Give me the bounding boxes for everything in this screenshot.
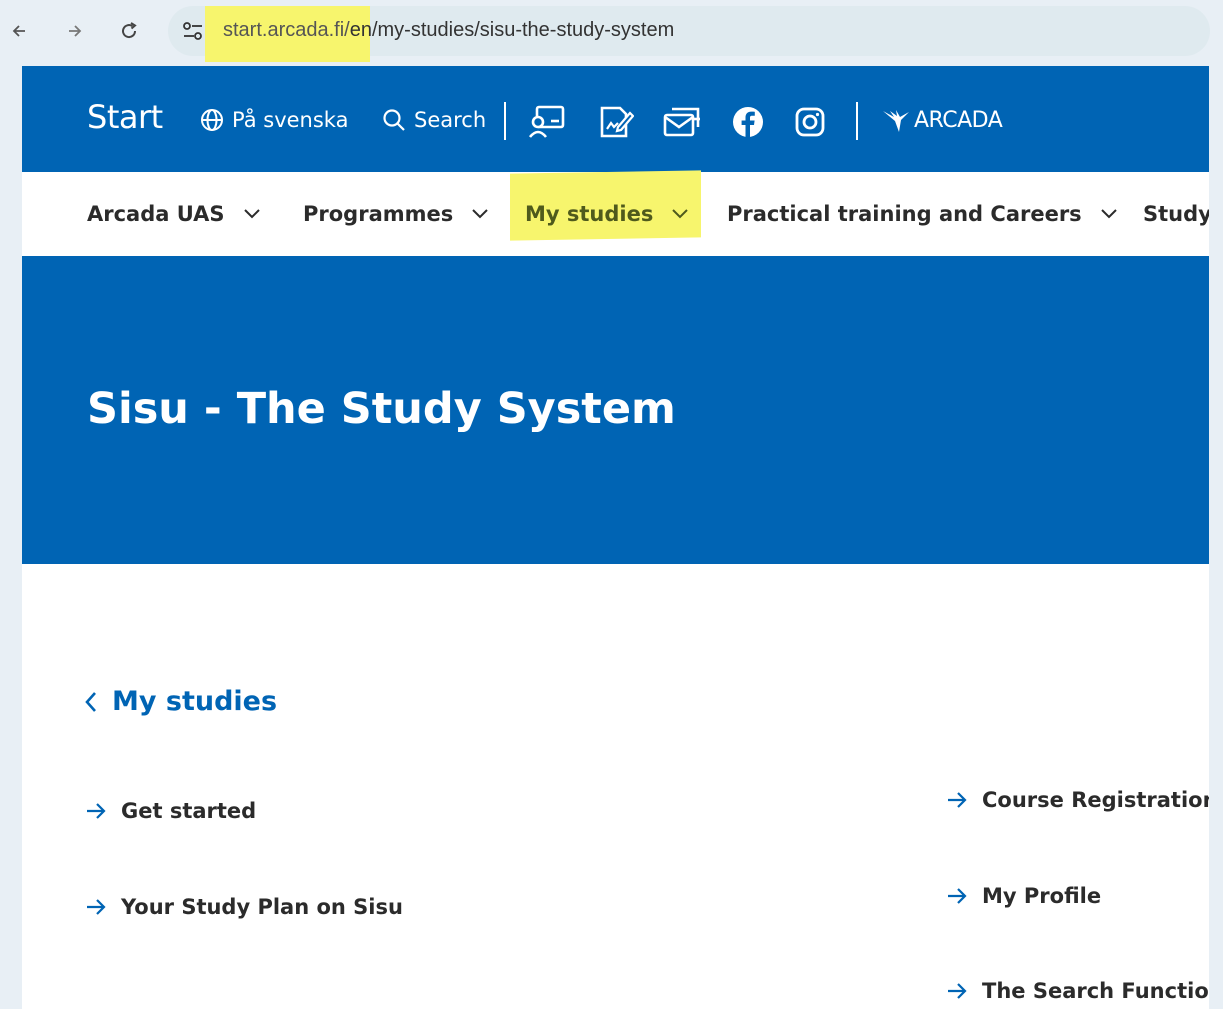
back-to-my-studies-link[interactable]: My studies [84, 686, 277, 717]
header-divider [856, 102, 858, 140]
url-path: en/my-studies/sisu-the-study-system [349, 19, 675, 41]
main-navigation: Arcada UAS Programmes My studies Practic… [22, 170, 1209, 256]
arrow-right-icon [948, 888, 967, 904]
arrow-right-icon [87, 803, 106, 819]
nav-item-label: Programmes [303, 202, 454, 226]
chevron-down-icon [672, 209, 689, 219]
arrow-right-icon [948, 792, 967, 808]
document-sign-icon[interactable] [596, 104, 636, 140]
link-label: Your Study Plan on Sisu [121, 895, 403, 919]
presentation-icon[interactable] [528, 104, 568, 140]
arrow-right-icon [948, 983, 967, 999]
language-switch-link[interactable]: På svenska [200, 108, 348, 132]
instagram-icon[interactable] [790, 104, 830, 140]
nav-item-label: My studies [525, 202, 654, 226]
forward-arrow-icon[interactable] [60, 16, 90, 46]
search-label: Search [414, 108, 487, 132]
nav-item-study[interactable]: Study [1143, 202, 1209, 226]
nav-item-practical-training[interactable]: Practical training and Careers [727, 202, 1118, 226]
language-switch-label: På svenska [232, 108, 349, 132]
back-arrow-icon[interactable] [4, 16, 34, 46]
link-study-plan[interactable]: Your Study Plan on Sisu [85, 895, 403, 919]
link-label: Get started [121, 799, 257, 823]
nav-item-arcada-uas[interactable]: Arcada UAS [87, 202, 261, 226]
link-my-profile[interactable]: My Profile [946, 884, 1101, 908]
arcada-logo-text: ARCADA [914, 108, 1003, 133]
link-search-function[interactable]: The Search Function [946, 979, 1209, 1003]
nav-item-label: Study [1143, 202, 1209, 226]
page-title: Sisu - The Study System [87, 384, 676, 434]
nav-item-programmes[interactable]: Programmes [303, 202, 489, 226]
nav-item-label: Arcada UAS [87, 202, 225, 226]
search-button[interactable]: Search [382, 108, 486, 132]
hero-banner: Sisu - The Study System [22, 256, 1209, 564]
site-settings-icon[interactable] [182, 21, 204, 41]
url-text[interactable]: start.arcada.fi/en/my-studies/sisu-the-s… [223, 19, 674, 42]
search-icon [383, 109, 405, 131]
web-page: Start På svenska Search ARCADA Arcada UA… [22, 66, 1209, 1009]
link-label: The Search Function [982, 979, 1209, 1003]
arrow-right-icon [87, 899, 106, 915]
reload-icon[interactable] [114, 16, 144, 46]
chevron-down-icon [472, 209, 488, 219]
url-domain: start.arcada.fi/ [223, 19, 350, 41]
link-get-started[interactable]: Get started [85, 799, 256, 823]
back-link-label: My studies [112, 686, 278, 717]
facebook-icon[interactable] [728, 104, 768, 140]
link-label: Course Registration [982, 788, 1209, 812]
top-header: Start På svenska Search ARCADA [22, 66, 1209, 172]
link-label: My Profile [982, 884, 1102, 908]
globe-icon [201, 109, 223, 131]
brand-start-link[interactable]: Start [87, 98, 163, 136]
link-course-registration[interactable]: Course Registration [946, 788, 1209, 812]
chevron-left-icon [85, 691, 96, 712]
arcada-bird-icon [883, 109, 909, 132]
mail-inbox-icon[interactable] [662, 104, 702, 140]
browser-toolbar: start.arcada.fi/en/my-studies/sisu-the-s… [0, 0, 1223, 62]
arcada-logo[interactable]: ARCADA [882, 108, 1003, 133]
chevron-down-icon [1100, 209, 1117, 219]
header-divider [504, 102, 506, 140]
nav-item-my-studies[interactable]: My studies [525, 202, 689, 226]
chevron-down-icon [243, 209, 260, 219]
nav-item-label: Practical training and Careers [727, 202, 1082, 226]
address-bar[interactable]: start.arcada.fi/en/my-studies/sisu-the-s… [168, 6, 1210, 62]
